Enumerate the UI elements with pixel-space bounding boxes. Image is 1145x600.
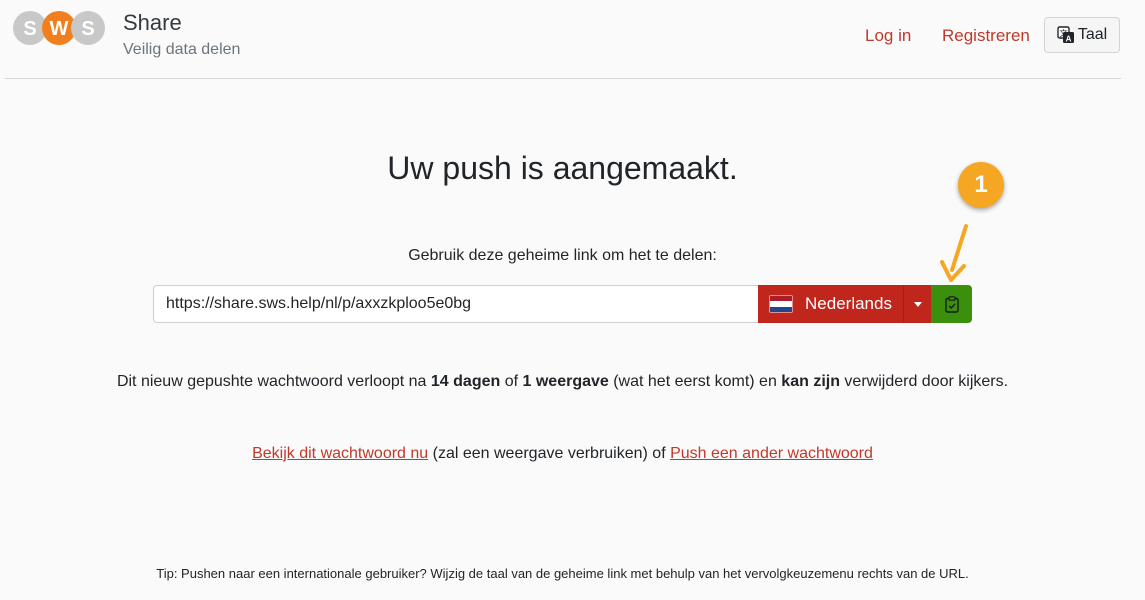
copy-to-clipboard-button[interactable] (931, 285, 972, 323)
brand-title[interactable]: Share (123, 10, 182, 36)
link-language-button[interactable]: Nederlands (758, 285, 903, 323)
svg-text:S: S (23, 18, 36, 40)
tip-text: Tip: Pushen naar een internationale gebr… (156, 566, 969, 581)
link-language-dropdown-toggle[interactable] (903, 285, 931, 323)
expiry-notice: Dit nieuw gepushte wachtwoord verloopt n… (0, 373, 1125, 391)
expiry-text-4: verwijderd door kijkers. (839, 373, 1009, 390)
view-password-note: (zal een weergave verbruiken) of (428, 445, 671, 462)
register-link[interactable]: Registreren (942, 26, 1030, 46)
push-another-link[interactable]: Push een ander wachtwoord (670, 445, 873, 462)
secret-url-input[interactable] (153, 285, 758, 323)
action-links: Bekijk dit wachtwoord nu (zal een weerga… (0, 445, 1125, 463)
link-language-label: Nederlands (805, 294, 892, 313)
clipboard-check-icon (944, 295, 959, 313)
caret-down-icon (913, 301, 922, 307)
svg-text:A: A (1065, 35, 1071, 44)
brand-subtitle: Veilig data delen (123, 41, 241, 58)
site-header: S W S Share Veilig data delen Log in Reg… (0, 0, 1145, 78)
netherlands-flag-icon (769, 295, 794, 313)
sws-logo[interactable]: S W S (13, 10, 105, 46)
svg-text:S: S (81, 18, 94, 40)
language-button-label: Taal (1077, 26, 1108, 43)
view-password-link[interactable]: Bekijk dit wachtwoord nu (252, 445, 428, 462)
login-link[interactable]: Log in (865, 26, 911, 46)
expiry-days: 14 dagen (430, 373, 501, 390)
secret-link-group: Nederlands (153, 285, 972, 323)
translate-icon: 文 A (1057, 26, 1074, 44)
expiry-text-3: (wat het eerst komt) en (608, 373, 782, 390)
language-button[interactable]: 文 A Taal (1044, 17, 1120, 53)
expiry-deletable: kan zijn (781, 373, 840, 390)
annotation-badge: 1 (958, 162, 1004, 208)
expiry-views: 1 weergave (522, 373, 609, 390)
expiry-text-2: of (500, 373, 523, 390)
page-title: Uw push is aangemaakt. (387, 150, 738, 186)
header-divider (5, 78, 1121, 79)
annotation-arrow-icon (940, 224, 968, 282)
expiry-text-1: Dit nieuw gepushte wachtwoord verloopt n… (116, 373, 431, 390)
svg-text:W: W (50, 18, 69, 40)
